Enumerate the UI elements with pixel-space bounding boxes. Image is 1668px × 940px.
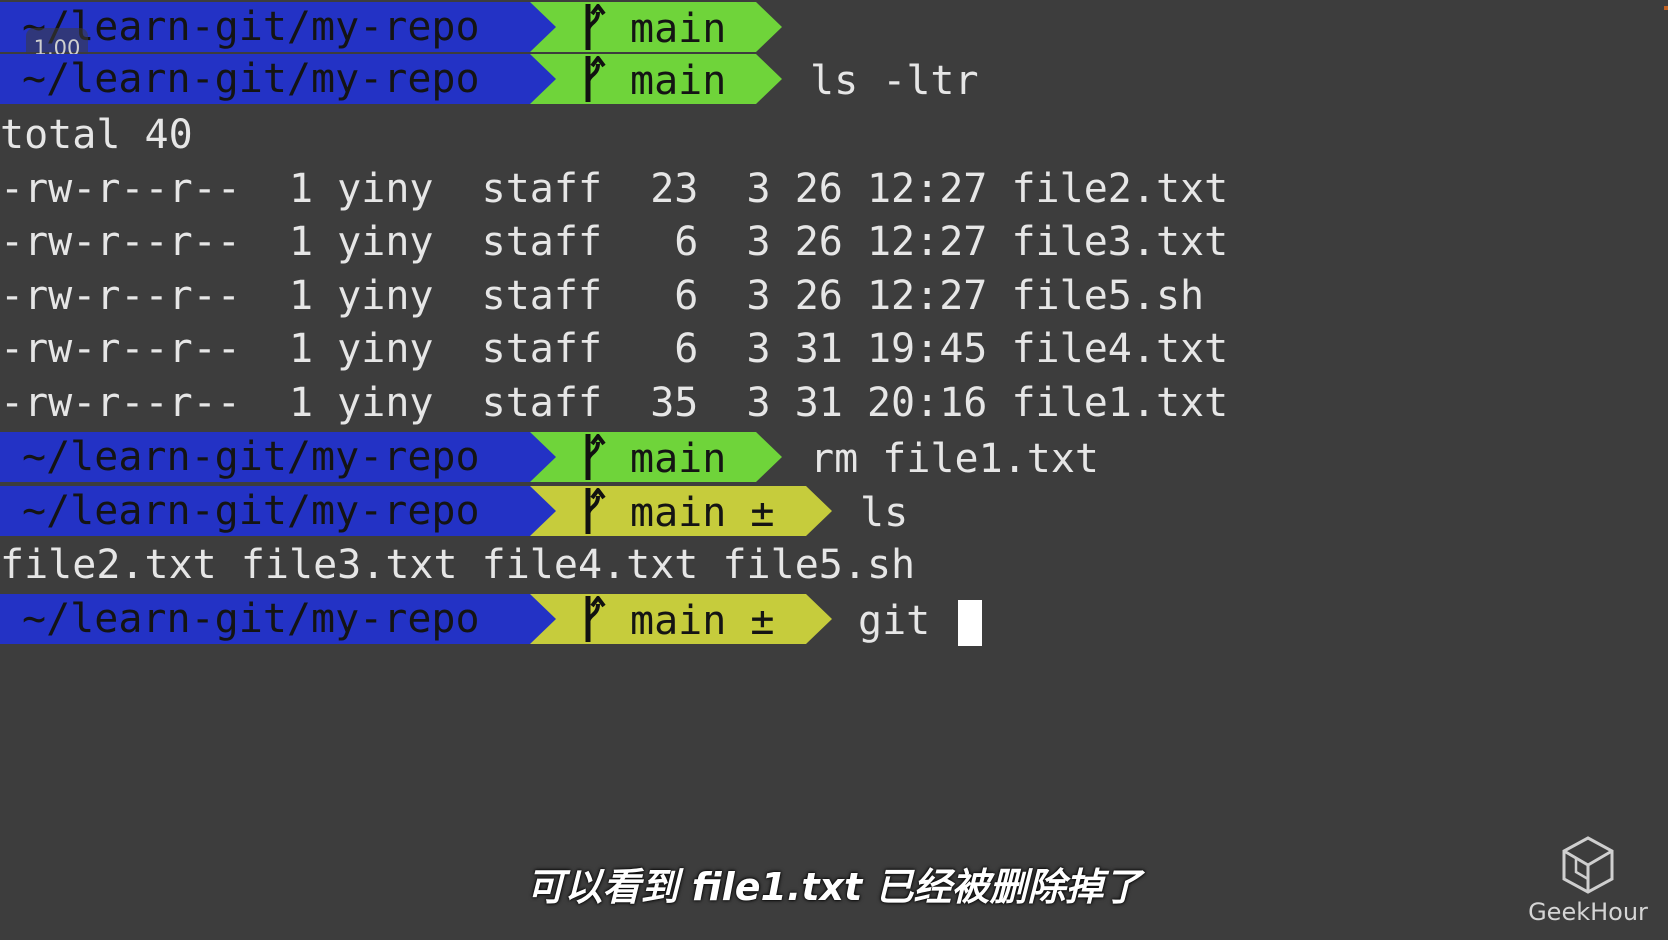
prompt-end-arrow	[756, 54, 782, 104]
prompt-path-text: ~/learn-git/my-repo	[22, 4, 480, 50]
prompt-line-1: ~/learn-git/my-repo main	[0, 2, 1668, 56]
prompt-separator	[530, 486, 556, 536]
git-branch-icon	[585, 56, 606, 102]
prompt-path-segment: ~/learn-git/my-repo	[0, 432, 530, 482]
video-subtitle: 可以看到 file1.txt 已经被删除掉了	[526, 865, 1142, 909]
output-line: file2.txt file3.txt file4.txt file5.sh	[0, 538, 915, 592]
branch-label: main ±	[630, 490, 775, 536]
prompt-separator	[530, 54, 556, 104]
prompt-path-text: ~/learn-git/my-repo	[22, 596, 480, 642]
prompt-line-2: ~/learn-git/my-repo main ls -ltr	[0, 54, 1668, 108]
prompt-end-arrow	[806, 594, 832, 644]
ls-row: -rw-r--r-- 1 yiny staff 6 3 26 12:27 fil…	[0, 215, 1228, 269]
ls-row-text: -rw-r--r-- 1 yiny staff 6 3 26 12:27 fil…	[0, 273, 1205, 319]
git-branch-icon	[585, 596, 606, 642]
watermark-text: GeekHour	[1528, 898, 1648, 926]
branch-label: main	[630, 58, 727, 104]
prompt-end-arrow	[756, 2, 782, 52]
branch-label: main	[630, 436, 727, 482]
git-branch-icon	[585, 488, 606, 534]
ls-row-text: -rw-r--r-- 1 yiny staff 35 3 31 20:16 fi…	[0, 380, 1229, 426]
prompt-end-arrow	[806, 486, 832, 536]
ls-row-text: -rw-r--r-- 1 yiny staff 6 3 26 12:27 fil…	[0, 219, 1229, 265]
ls-row: -rw-r--r-- 1 yiny staff 35 3 31 20:16 fi…	[0, 376, 1228, 430]
corner-indicator	[1664, 6, 1668, 10]
git-branch-icon	[585, 4, 606, 50]
prompt-path-segment: ~/learn-git/my-repo	[0, 594, 530, 644]
watermark: GeekHour	[1518, 834, 1658, 934]
command-text: rm file1.txt	[810, 436, 1099, 482]
ls-output-text: file2.txt file3.txt file4.txt file5.sh	[0, 542, 916, 588]
prompt-line-4: ~/learn-git/my-repo main ± ls	[0, 486, 1668, 540]
branch-label: main ±	[630, 598, 775, 644]
text-cursor	[958, 600, 982, 646]
prompt-path-segment: ~/learn-git/my-repo	[0, 486, 530, 536]
command-input-text[interactable]: git	[858, 594, 954, 648]
git-branch-icon	[585, 434, 606, 480]
command-text: ls -ltr	[810, 58, 979, 104]
branch-label: main	[630, 6, 727, 52]
terminal-window[interactable]: ~/learn-git/my-repo main 1.00 ~/learn-gi…	[0, 0, 1668, 940]
ls-row: -rw-r--r-- 1 yiny staff 6 3 26 12:27 fil…	[0, 269, 1204, 323]
cube-logo-icon	[1562, 836, 1614, 894]
prompt-end-arrow	[756, 432, 782, 482]
prompt-separator	[530, 432, 556, 482]
prompt-path-text: ~/learn-git/my-repo	[22, 56, 480, 102]
prompt-line-current[interactable]: ~/learn-git/my-repo main ± git	[0, 594, 1668, 648]
output-line: total 40	[0, 108, 193, 162]
ls-row: -rw-r--r-- 1 yiny staff 23 3 26 12:27 fi…	[0, 162, 1228, 216]
prompt-path-segment: ~/learn-git/my-repo	[0, 54, 530, 104]
prompt-path-text: ~/learn-git/my-repo	[22, 434, 480, 480]
ls-total-text: total 40	[0, 112, 193, 158]
prompt-separator	[530, 594, 556, 644]
ls-row-text: -rw-r--r-- 1 yiny staff 23 3 26 12:27 fi…	[0, 166, 1229, 212]
prompt-path-text: ~/learn-git/my-repo	[22, 488, 480, 534]
ls-row: -rw-r--r-- 1 yiny staff 6 3 31 19:45 fil…	[0, 322, 1228, 376]
prompt-separator	[530, 2, 556, 52]
command-text: ls	[860, 490, 909, 536]
prompt-line-3: ~/learn-git/my-repo main rm file1.txt	[0, 432, 1668, 486]
ls-row-text: -rw-r--r-- 1 yiny staff 6 3 31 19:45 fil…	[0, 326, 1229, 372]
